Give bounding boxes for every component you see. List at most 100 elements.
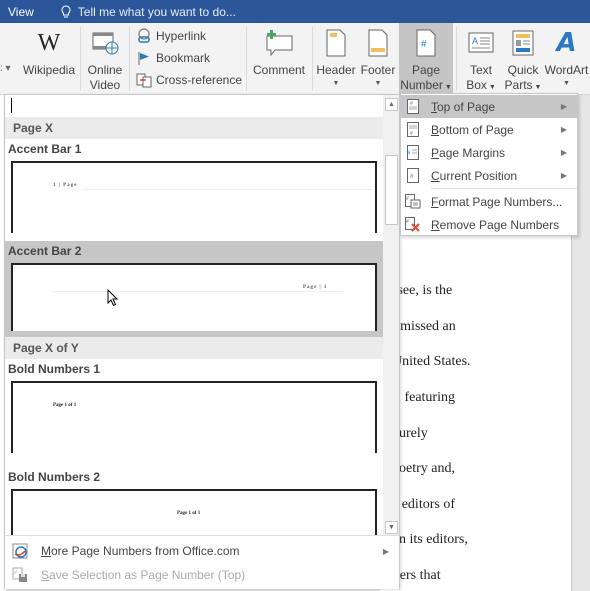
cross-reference-button[interactable]: Cross-reference xyxy=(136,71,242,89)
gallery-item-accent-bar-1[interactable]: Accent Bar 1 1 | Page xyxy=(5,139,383,241)
document-line: ssee, is the xyxy=(392,283,453,298)
wikipedia-icon: W xyxy=(37,29,61,56)
footer-label: Footer xyxy=(360,63,396,77)
item-preview: Page | 1 xyxy=(11,263,377,331)
mouse-pointer-icon xyxy=(107,289,119,307)
links-group: Hyperlink Bookmark Cross-reference xyxy=(136,27,242,89)
more-page-numbers-label: More Page Numbers from Office.com xyxy=(41,544,240,558)
hyperlink-label: Hyperlink xyxy=(156,29,207,43)
separator xyxy=(456,27,457,91)
title-bar: View Tell me what you want to do... xyxy=(0,0,590,23)
footer-button[interactable]: Footer ▼ xyxy=(358,23,398,95)
category-header-page-x-of-y: Page X of Y xyxy=(5,337,383,359)
item-title: Bold Numbers 2 xyxy=(8,470,101,484)
wikipedia-button[interactable]: W Wikipedia xyxy=(20,23,78,95)
svg-text:A: A xyxy=(472,36,478,46)
gallery-list: Page X Accent Bar 1 1 | Page Accent Bar … xyxy=(5,95,383,535)
item-title: Accent Bar 2 xyxy=(8,244,82,258)
menu-label: Remove Page Numbers xyxy=(431,217,560,232)
wikipedia-label: Wikipedia xyxy=(22,63,76,77)
bookmark-icon xyxy=(138,52,149,65)
ribbon: : ▾ W Wikipedia Online Video Hyperlink B… xyxy=(0,23,590,95)
page-number-button[interactable]: # Page Number ▼ xyxy=(399,23,453,95)
quick-parts-button[interactable]: Quick Parts ▼ xyxy=(502,23,544,95)
online-video-icon xyxy=(90,23,120,63)
page-number-icon: # xyxy=(415,23,437,63)
bookmark-button[interactable]: Bookmark xyxy=(136,49,242,67)
preview-text: Page 1 of 1 xyxy=(53,403,77,408)
menu-item-page-margins[interactable]: # Page Margins ▶ xyxy=(401,141,577,164)
category-header-page-x: Page X xyxy=(5,117,383,139)
lightbulb-icon xyxy=(61,4,71,17)
menu-label: Top of Page xyxy=(431,99,496,114)
gallery-item-accent-bar-2[interactable]: Accent Bar 2 Page | 1 xyxy=(5,241,383,337)
submenu-arrow-icon: ▶ xyxy=(560,102,567,111)
comment-icon xyxy=(263,23,295,63)
gallery-item-bold-numbers-1[interactable]: Bold Numbers 1 Page 1 of 1 xyxy=(5,359,383,467)
document-line: poetry and, xyxy=(392,461,455,476)
scroll-up-button[interactable]: ▲ xyxy=(385,98,398,111)
item-preview: 1 | Page xyxy=(11,161,377,233)
scrollbar-thumb[interactable] xyxy=(385,155,398,225)
menu-item-top-of-page[interactable]: # Top of Page ▶ xyxy=(401,95,577,118)
gallery-scrollbar[interactable]: ▲ ▼ xyxy=(383,95,399,535)
separator xyxy=(246,27,247,91)
svg-text:#: # xyxy=(410,101,413,107)
save-selection-label: Save Selection as Page Number (Top) xyxy=(41,568,246,582)
tab-view[interactable]: View xyxy=(8,5,34,19)
page-number-label-1: Page xyxy=(411,63,441,77)
submenu-arrow-icon: ▶ xyxy=(560,125,567,134)
online-video-label-1: Online xyxy=(87,63,123,77)
header-label: Header xyxy=(316,63,356,77)
document-line: e editors of xyxy=(392,497,455,512)
footer-icon xyxy=(367,23,389,63)
comment-label: Comment xyxy=(252,63,305,77)
text-cursor xyxy=(11,98,12,113)
menu-item-format-page-numbers[interactable]: # Format Page Numbers... xyxy=(401,190,577,213)
svg-text:#: # xyxy=(406,219,409,225)
menu-label: Page Margins xyxy=(431,145,506,160)
menu-item-remove-page-numbers[interactable]: # Remove Page Numbers xyxy=(401,213,577,236)
header-icon xyxy=(325,23,347,63)
wordart-label: WordArt xyxy=(544,63,589,77)
remove-page-numbers-icon: # xyxy=(405,217,421,233)
save-selection-item[interactable]: # Save Selection as Page Number (Top) xyxy=(5,563,399,587)
comment-button[interactable]: Comment xyxy=(250,23,308,95)
svg-text:#: # xyxy=(410,131,413,137)
gallery-search[interactable] xyxy=(5,95,383,117)
menu-label: Format Page Numbers... xyxy=(431,194,563,209)
store-caret[interactable]: : ▾ xyxy=(0,63,11,74)
header-button[interactable]: Header ▼ xyxy=(316,23,356,95)
submenu-arrow-icon: ▶ xyxy=(560,148,567,157)
online-video-button[interactable]: Online Video xyxy=(82,23,128,95)
document-line: United States. xyxy=(392,354,471,369)
wordart-button[interactable]: A WordArt ▼ xyxy=(543,23,590,95)
gallery-item-bold-numbers-2[interactable]: Bold Numbers 2 Page 1 of 1 xyxy=(5,467,383,535)
separator xyxy=(312,27,313,91)
more-page-numbers-item[interactable]: More Page Numbers from Office.com ▶ xyxy=(5,539,399,563)
item-preview: Page 1 of 1 xyxy=(11,489,377,535)
preview-text: 1 | Page xyxy=(53,183,78,188)
preview-rule xyxy=(83,189,373,190)
menu-item-current-position[interactable]: # Current Position ▶ xyxy=(401,164,577,187)
svg-text:#: # xyxy=(14,570,17,576)
online-video-label-2: Video xyxy=(89,78,121,92)
wordart-icon: A xyxy=(556,27,577,58)
menu-item-bottom-of-page[interactable]: # Bottom of Page ▶ xyxy=(401,118,577,141)
text-box-button[interactable]: A Text Box ▼ xyxy=(460,23,502,95)
cross-reference-label: Cross-reference xyxy=(156,73,243,87)
text-box-icon: A xyxy=(467,23,495,63)
scroll-down-button[interactable]: ▼ xyxy=(385,521,398,534)
office-online-icon xyxy=(11,542,29,560)
text-box-label-1: Text xyxy=(469,63,492,77)
submenu-arrow-icon: ▶ xyxy=(560,171,567,180)
hyperlink-button[interactable]: Hyperlink xyxy=(136,27,242,45)
preview-rule xyxy=(53,291,343,292)
svg-text:#: # xyxy=(406,196,409,202)
bottom-of-page-icon: # xyxy=(405,122,421,138)
document-line: r missed an xyxy=(392,319,456,334)
page-number-menu: # Top of Page ▶ # Bottom of Page ▶ # Pag… xyxy=(400,93,578,236)
svg-text:#: # xyxy=(421,39,427,50)
footer-dropdown-caret: ▼ xyxy=(374,80,382,87)
tell-me-box[interactable]: Tell me what you want to do... xyxy=(60,5,236,19)
